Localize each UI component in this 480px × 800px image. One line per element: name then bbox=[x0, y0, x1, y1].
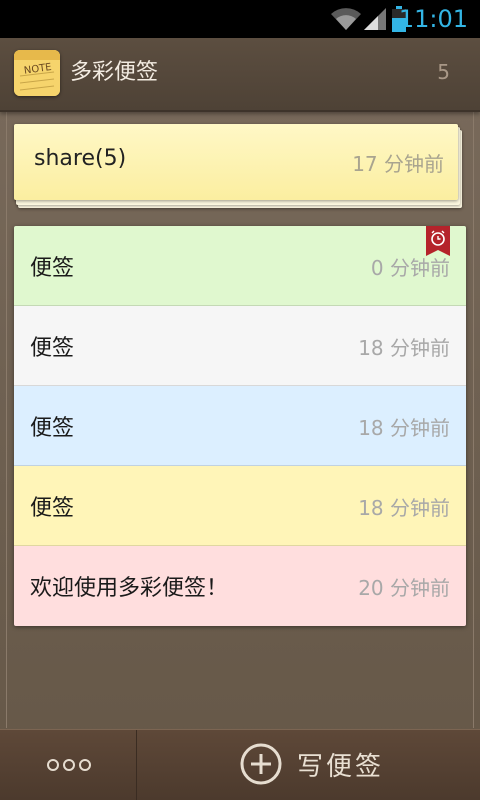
app-header: NOTE 多彩便签 5 bbox=[0, 38, 480, 112]
note-count: 5 bbox=[437, 60, 450, 84]
note-title: 欢迎使用多彩便签！ bbox=[30, 576, 229, 601]
bottom-bar: 写便签 bbox=[0, 729, 480, 800]
notes-list: 便签 0 分钟前 便签 18 分钟前 便签 18 分钟前 便签 18 分钟前 欢… bbox=[14, 226, 466, 626]
note-time: 20 分钟前 bbox=[358, 576, 450, 600]
signal-icon bbox=[364, 8, 386, 30]
app-title: 多彩便签 bbox=[70, 60, 159, 85]
more-dots-icon bbox=[47, 759, 91, 771]
note-app-icon[interactable]: NOTE bbox=[14, 50, 60, 96]
list-item[interactable]: 便签 0 分钟前 bbox=[14, 226, 466, 306]
alarm-icon bbox=[426, 226, 450, 256]
add-circle-icon bbox=[240, 743, 282, 785]
status-time: 11:01 bbox=[398, 5, 468, 33]
folder-item[interactable]: share(5) 17 分钟前 bbox=[14, 124, 464, 208]
note-time: 18 分钟前 bbox=[358, 416, 450, 440]
folder-time: 17 分钟前 bbox=[352, 152, 444, 176]
compose-note-button[interactable]: 写便签 bbox=[137, 730, 480, 800]
folder-name: share(5) bbox=[34, 146, 127, 171]
folder-card[interactable]: share(5) 17 分钟前 bbox=[14, 124, 458, 200]
app-window: NOTE 多彩便签 5 share(5) 17 分钟前 便签 0 分钟前 便签 bbox=[0, 38, 480, 800]
wifi-icon bbox=[331, 8, 361, 31]
note-title: 便签 bbox=[30, 416, 75, 441]
list-item[interactable]: 便签 18 分钟前 bbox=[14, 466, 466, 546]
note-time: 18 分钟前 bbox=[358, 336, 450, 360]
status-bar: 11:01 bbox=[0, 0, 480, 38]
list-item[interactable]: 便签 18 分钟前 bbox=[14, 306, 466, 386]
list-item[interactable]: 欢迎使用多彩便签！ 20 分钟前 bbox=[14, 546, 466, 626]
note-title: 便签 bbox=[30, 256, 75, 281]
more-button[interactable] bbox=[0, 730, 137, 800]
note-time: 18 分钟前 bbox=[358, 496, 450, 520]
note-title: 便签 bbox=[30, 336, 75, 361]
note-time: 0 分钟前 bbox=[370, 256, 450, 280]
note-title: 便签 bbox=[30, 496, 75, 521]
compose-label: 写便签 bbox=[297, 752, 385, 782]
list-item[interactable]: 便签 18 分钟前 bbox=[14, 386, 466, 466]
